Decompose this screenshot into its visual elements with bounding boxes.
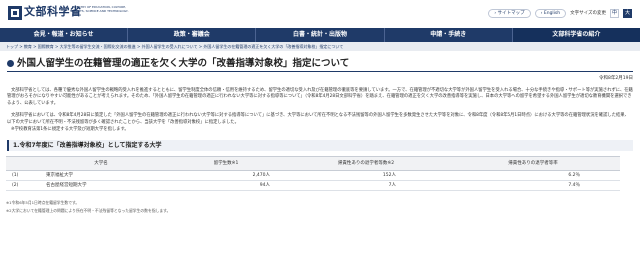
font-size-medium-button[interactable]: 中	[610, 9, 619, 18]
row-students: 2,470人	[166, 170, 286, 182]
nav-item-applications[interactable]: 申請・手続き	[385, 28, 513, 42]
row-rate: 7.4％	[446, 180, 620, 192]
row-students: 94人	[166, 180, 286, 192]
row-rate: 6.2％	[446, 170, 620, 182]
note-2: ※2大学において在籍管理上の問題により所在不明・不法残留等となった留学生の数を指…	[6, 207, 171, 213]
nav-item-news[interactable]: 会見・報道・お知らせ	[0, 28, 129, 42]
page-title: 外国人留学生の在籍管理の適正を欠く大学の「改善指導対象校」指定について	[17, 57, 350, 69]
breadcrumb[interactable]: トップ > 教育 > 国際教育 > 大学生等の留学生交流・国際化交流の推進 > …	[0, 42, 640, 51]
site-logo-english: MINISTRY OF EDUCATION, CULTURE, SPORTS, …	[72, 5, 129, 17]
body-paragraph: 文部科学省においては、令和8年4月28日に策定した「外国人留学生の在籍管理の適正…	[7, 113, 629, 125]
page-title-bar: 外国人留学生の在籍管理の適正を欠く大学の「改善指導対象校」指定について	[7, 56, 633, 72]
mext-logo-icon[interactable]	[8, 6, 22, 20]
university-table: 大学名 留学生数※1 帰責性ありの退学者等数※2 帰責性ありの退学者等率 (1)…	[6, 156, 620, 192]
main-content: 外国人留学生の在籍管理の適正を欠く大学の「改善指導対象校」指定について 令和8年…	[0, 56, 640, 152]
font-size-large-button[interactable]: 大	[623, 9, 632, 18]
table-row: (2) 名古屋経営短期大学 94人 7人 7.4％	[6, 180, 620, 192]
english-label: English	[543, 11, 561, 16]
col-header-dropouts: 帰責性ありの退学者等数※2	[286, 156, 446, 172]
section-title: 1.令和7年度に「改善指導対象校」として指定する大学	[7, 140, 633, 152]
english-link[interactable]: › English	[534, 9, 567, 18]
font-size-label: 文字サイズの変更	[570, 10, 606, 16]
footnote-paragraph: ※学校教育法第1条に規定する大学及び短期大学を指します。	[11, 126, 129, 132]
global-nav: 会見・報道・お知らせ 政策・審議会 白書・統計・出版物 申請・手続き 文部科学省…	[0, 28, 640, 42]
publish-date: 令和8年2月19日	[599, 76, 633, 81]
sitemap-link[interactable]: › サイトマップ	[488, 9, 531, 18]
title-bullet-icon	[7, 60, 14, 67]
col-header-university: 大学名	[36, 156, 166, 172]
col-header-index	[6, 156, 36, 172]
sitemap-label: サイトマップ	[497, 11, 525, 16]
nav-item-publications[interactable]: 白書・統計・出版物	[256, 28, 385, 42]
row-index: (2)	[6, 180, 36, 192]
table-row: (1) 東京福祉大学 2,470人 152人 6.2％	[6, 170, 620, 182]
nav-item-policy[interactable]: 政策・審議会	[128, 28, 257, 42]
row-university: 東京福祉大学	[36, 170, 166, 182]
col-header-rate: 帰責性ありの退学者等率	[446, 156, 620, 172]
row-university: 名古屋経営短期大学	[36, 180, 166, 192]
row-dropouts: 7人	[286, 180, 446, 192]
utility-bar: › サイトマップ › English 文字サイズの変更 中 大	[488, 9, 632, 18]
row-dropouts: 152人	[286, 170, 446, 182]
nav-item-about[interactable]: 文部科学省の紹介	[512, 28, 640, 42]
intro-paragraph: 文部科学省としては、各種で優秀な外国人留学生の戦略的受入れを推進するとともに、留…	[7, 87, 633, 106]
row-index: (1)	[6, 170, 36, 182]
table-notes: ※1令和6年5月1日時点在籍留学生数です。 ※2大学において在籍管理上の問題によ…	[0, 199, 640, 214]
col-header-students: 留学生数※1	[166, 156, 286, 172]
site-header: 文部科学省 MINISTRY OF EDUCATION, CULTURE, SP…	[0, 0, 640, 28]
table-header-row: 大学名 留学生数※1 帰責性ありの退学者等数※2 帰責性ありの退学者等率	[6, 156, 620, 172]
note-1: ※1令和6年5月1日時点在籍留学生数です。	[6, 200, 80, 206]
